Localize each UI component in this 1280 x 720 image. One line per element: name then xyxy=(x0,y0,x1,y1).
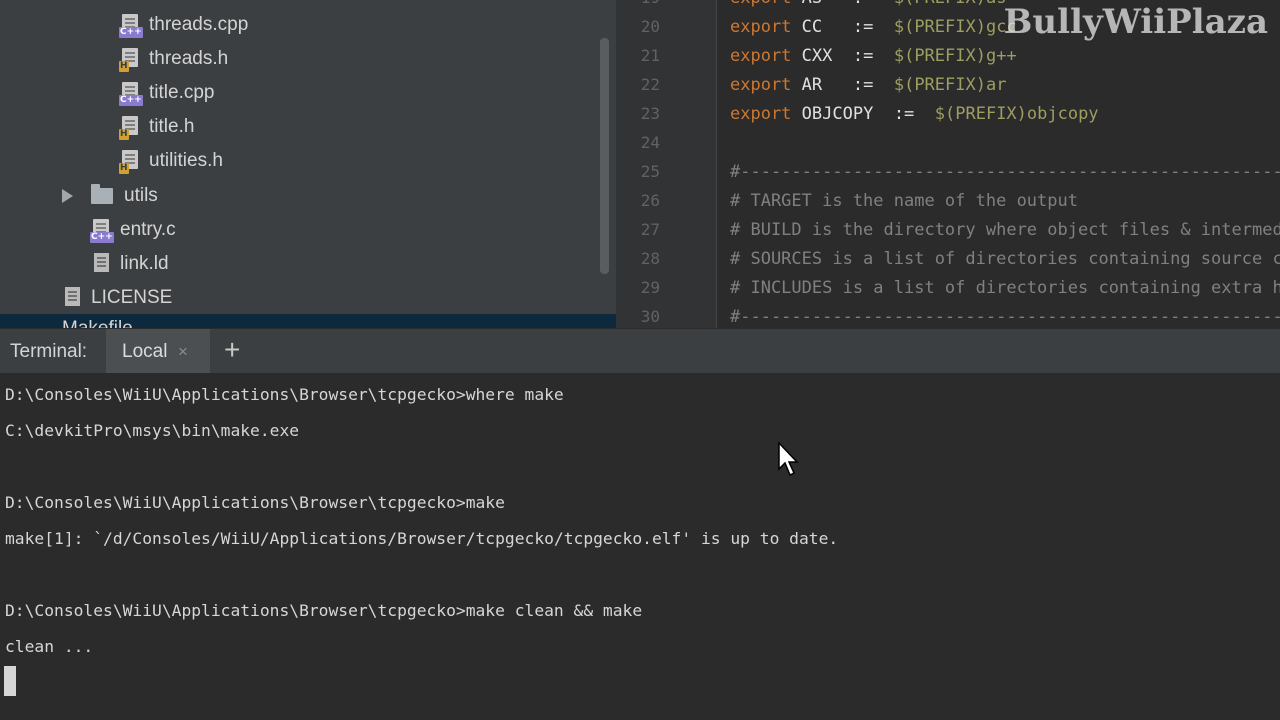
code-comment-line: #---------------------------------------… xyxy=(730,162,1280,182)
line-number: 26 xyxy=(640,191,660,210)
terminal-title: Terminal: xyxy=(10,341,88,362)
cpp-file-icon: C++ xyxy=(119,82,143,106)
header-file-icon: H xyxy=(119,116,140,140)
terminal-line: D:\Consoles\WiiU\Applications\Browser\tc… xyxy=(5,385,564,404)
code-line: export CC := $(PREFIX)gcc xyxy=(730,17,1017,37)
tree-item-label: title.cpp xyxy=(149,82,215,103)
channel-watermark: BullyWiiPlaza xyxy=(1003,2,1268,42)
expand-arrow-icon[interactable] xyxy=(62,189,73,203)
mouse-pointer-icon xyxy=(778,442,799,477)
folder-icon xyxy=(91,184,115,207)
line-number: 28 xyxy=(640,249,660,268)
line-number: 22 xyxy=(640,75,660,94)
terminal-line: make[1]: `/d/Consoles/WiiU/Applications/… xyxy=(5,529,839,548)
terminal-line: D:\Consoles\WiiU\Applications\Browser\tc… xyxy=(5,601,643,620)
line-number: 29 xyxy=(640,278,660,297)
code-comment-line: # SOURCES is a list of directories conta… xyxy=(730,249,1280,269)
tree-item-title-cpp[interactable]: C++ title.cpp xyxy=(119,78,215,108)
line-number: 27 xyxy=(640,220,660,239)
code-line: export AS := $(PREFIX)as xyxy=(730,0,1006,8)
text-file-icon xyxy=(91,253,111,275)
tree-item-label: utils xyxy=(124,185,158,206)
tree-item-link-ld[interactable]: link.ld xyxy=(91,249,169,279)
code-line: export CXX := $(PREFIX)g++ xyxy=(730,46,1017,66)
tree-item-label: LICENSE xyxy=(91,287,173,308)
header-file-icon: H xyxy=(119,48,140,72)
close-icon[interactable]: × xyxy=(178,342,188,362)
tree-item-entry-c[interactable]: C++ entry.c xyxy=(90,215,176,245)
tree-item-label: link.ld xyxy=(120,253,169,274)
terminal-toolbar: Terminal: Local × + xyxy=(0,328,1280,373)
terminal-line: C:\devkitPro\msys\bin\make.exe xyxy=(5,421,300,440)
cpp-file-icon: C++ xyxy=(119,14,143,38)
line-number: 19 xyxy=(616,0,660,7)
line-number: 21 xyxy=(640,46,660,65)
tree-item-label: utilities.h xyxy=(149,150,223,171)
tree-item-threads-h[interactable]: H threads.h xyxy=(119,44,229,74)
line-number: 25 xyxy=(640,162,660,181)
line-number: 23 xyxy=(640,104,660,123)
terminal-cursor xyxy=(4,666,16,696)
tree-item-utilities-h[interactable]: H utilities.h xyxy=(119,146,223,176)
terminal-line: D:\Consoles\WiiU\Applications\Browser\tc… xyxy=(5,493,505,512)
tree-item-label: threads.h xyxy=(149,48,229,69)
code-comment-line: # TARGET is the name of the output xyxy=(730,191,1078,211)
line-number-gutter: 19 20 21 22 23 24 25 26 27 28 29 30 xyxy=(616,0,716,328)
tab-label: Local xyxy=(122,341,168,362)
new-tab-button[interactable]: + xyxy=(224,335,240,365)
tree-item-label: title.h xyxy=(149,116,195,137)
tree-item-utils-folder[interactable]: utils xyxy=(62,181,158,211)
tree-item-license[interactable]: LICENSE xyxy=(62,283,172,313)
tree-item-label: entry.c xyxy=(120,219,176,240)
project-tree: C++ threads.cpp H threads.h C++ title.cp… xyxy=(0,0,616,328)
line-number: 30 xyxy=(640,307,660,326)
tree-item-threads-cpp[interactable]: C++ threads.cpp xyxy=(119,10,249,40)
code-comment-line: # BUILD is the directory where object fi… xyxy=(730,220,1280,240)
line-number: 20 xyxy=(640,17,660,36)
terminal-line: clean ... xyxy=(5,637,94,656)
code-comment-line: #---------------------------------------… xyxy=(730,307,1280,327)
line-number: 24 xyxy=(640,133,660,152)
code-comment-line: # INCLUDES is a list of directories cont… xyxy=(730,278,1280,298)
code-line: export AR := $(PREFIX)ar xyxy=(730,75,1007,95)
code-line: export OBJCOPY := $(PREFIX)objcopy xyxy=(730,104,1099,124)
terminal-output[interactable]: D:\Consoles\WiiU\Applications\Browser\tc… xyxy=(0,373,1280,720)
code-editor[interactable]: 19 20 21 22 23 24 25 26 27 28 29 30 expo… xyxy=(616,0,1280,328)
tree-scrollbar[interactable] xyxy=(600,38,609,274)
tree-item-title-h[interactable]: H title.h xyxy=(119,112,195,142)
tree-item-makefile-selected[interactable]: Makefile xyxy=(0,314,616,328)
header-file-icon: H xyxy=(119,150,140,174)
gutter-divider xyxy=(716,0,717,328)
c-file-icon: C++ xyxy=(90,219,114,243)
tree-item-label: Makefile xyxy=(62,318,133,328)
text-file-icon xyxy=(62,287,82,309)
tree-item-label: threads.cpp xyxy=(149,14,249,35)
tab-local[interactable]: Local × xyxy=(106,329,210,373)
